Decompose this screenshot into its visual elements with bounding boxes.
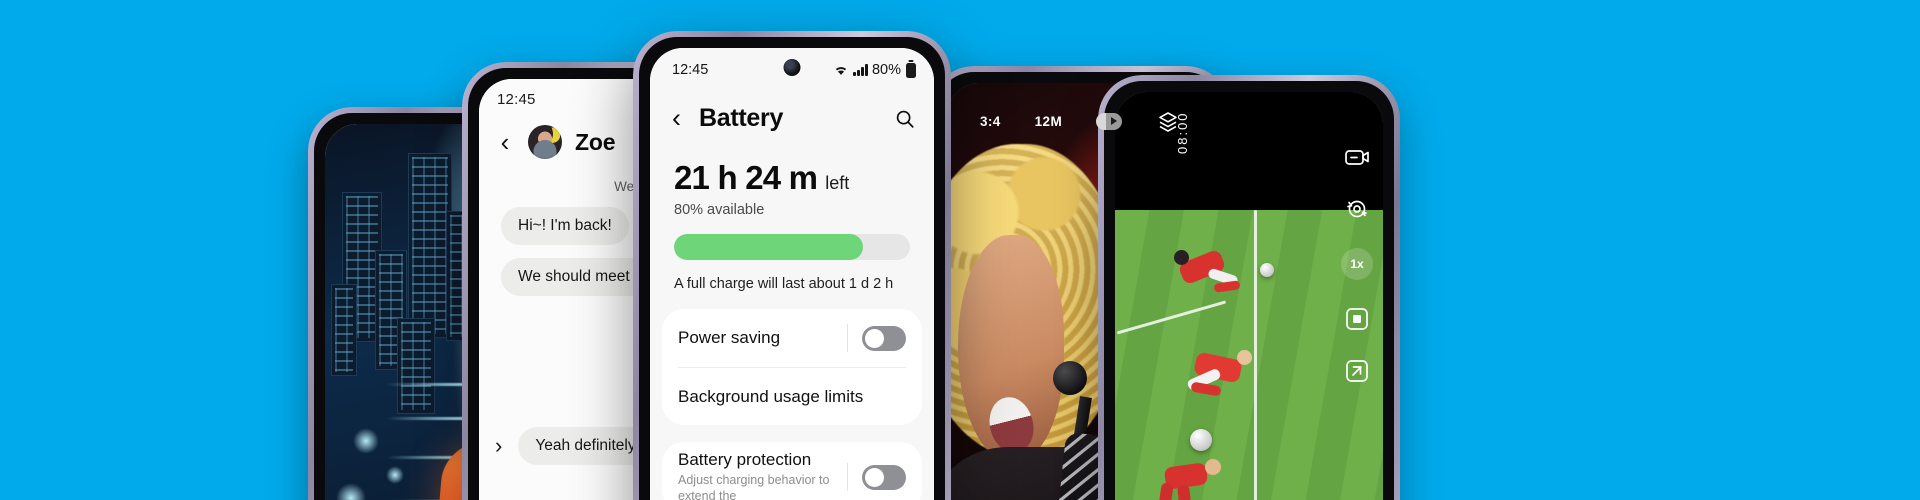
motion-photo-icon[interactable] bbox=[1096, 112, 1123, 130]
phone-screen: 08:00 1x bbox=[1115, 92, 1383, 500]
avatar[interactable] bbox=[528, 125, 562, 159]
status-icons: 80% bbox=[833, 62, 916, 78]
settings-card: Battery protection Adjust charging behav… bbox=[662, 442, 922, 500]
back-icon[interactable]: ‹ bbox=[672, 105, 681, 132]
video-player: 08:00 1x bbox=[1115, 92, 1383, 500]
signal-icon bbox=[853, 64, 868, 76]
row-divider bbox=[847, 324, 848, 352]
message-bubble[interactable]: Hi~! I'm back! bbox=[501, 207, 629, 245]
phone-bezel: 12:45 80% ‹ Battery 21 h 24 m left 80% a… bbox=[639, 37, 945, 500]
player bbox=[1173, 248, 1244, 308]
search-icon[interactable] bbox=[894, 108, 916, 130]
setting-row-battery-protection[interactable]: Battery protection Adjust charging behav… bbox=[678, 442, 906, 500]
battery-icon bbox=[906, 62, 916, 78]
chevron-right-icon[interactable]: › bbox=[495, 433, 502, 459]
setting-sublabel: Adjust charging behavior to extend the bbox=[678, 473, 830, 500]
full-charge-note: A full charge will last about 1 d 2 h bbox=[674, 276, 894, 292]
setting-row-power-saving[interactable]: Power saving bbox=[678, 309, 906, 367]
back-icon[interactable]: ‹ bbox=[495, 129, 515, 155]
phone-bezel: 08:00 1x bbox=[1104, 81, 1394, 500]
sports-video-phone[interactable]: 08:00 1x bbox=[1098, 75, 1400, 500]
time-left-value: 21 h 24 m bbox=[674, 159, 818, 196]
wifi-icon bbox=[836, 66, 847, 75]
status-bar: 12:45 80% bbox=[650, 48, 934, 88]
stop-record-icon[interactable] bbox=[1344, 306, 1370, 332]
status-time: 12:45 bbox=[497, 90, 536, 108]
battery-summary: 21 h 24 m left 80% available A full char… bbox=[650, 139, 934, 292]
battery-protection-toggle[interactable] bbox=[862, 464, 906, 490]
video-controls: 1x bbox=[1341, 144, 1373, 384]
player bbox=[1185, 346, 1265, 410]
soccer-ball bbox=[1259, 262, 1274, 277]
camera-switch-icon[interactable] bbox=[1344, 144, 1370, 170]
battery-progress-fill bbox=[674, 234, 863, 260]
battery-percent-label: 80% bbox=[871, 62, 901, 78]
setting-label: Power saving bbox=[678, 328, 781, 347]
expand-icon[interactable] bbox=[1344, 358, 1370, 384]
rotate-icon[interactable] bbox=[1344, 196, 1370, 222]
soccer-ball bbox=[1190, 429, 1213, 452]
contact-name: Zoe bbox=[575, 128, 616, 155]
time-left-suffix: left bbox=[825, 173, 850, 193]
setting-row-background-usage[interactable]: Background usage limits bbox=[678, 367, 906, 425]
page-title: Battery bbox=[699, 104, 784, 132]
camera-toolbar: 3:4 12M bbox=[947, 109, 1213, 133]
battery-settings-phone[interactable]: 12:45 80% ‹ Battery 21 h 24 m left 80% a… bbox=[633, 31, 951, 500]
setting-label: Battery protection bbox=[678, 450, 812, 469]
battery-available-label: 80% available bbox=[674, 202, 765, 218]
banner-stage: 12:45 ‹ Zoe ⌄ Wednesday, January 1 Hi~! … bbox=[0, 0, 1920, 500]
status-time: 12:45 bbox=[672, 62, 709, 78]
setting-label: Background usage limits bbox=[678, 386, 864, 406]
battery-progress-bar bbox=[674, 234, 910, 260]
power-saving-toggle[interactable] bbox=[862, 325, 906, 351]
time-left: 21 h 24 m left bbox=[674, 159, 910, 197]
row-divider bbox=[847, 463, 848, 492]
front-camera-punch-hole bbox=[783, 59, 801, 76]
phone-screen: 12:45 80% ‹ Battery 21 h 24 m left 80% a… bbox=[650, 48, 934, 500]
zoom-level-button[interactable]: 1x bbox=[1341, 248, 1373, 280]
aspect-ratio-button[interactable]: 3:4 bbox=[980, 114, 1001, 129]
battery-settings-app: 12:45 80% ‹ Battery 21 h 24 m left 80% a… bbox=[650, 48, 934, 500]
resolution-button[interactable]: 12M bbox=[1035, 114, 1062, 129]
page-header: ‹ Battery bbox=[650, 88, 934, 139]
filters-icon[interactable] bbox=[1156, 109, 1180, 133]
player bbox=[1153, 459, 1243, 500]
settings-card: Power saving Background usage limits bbox=[662, 309, 922, 425]
